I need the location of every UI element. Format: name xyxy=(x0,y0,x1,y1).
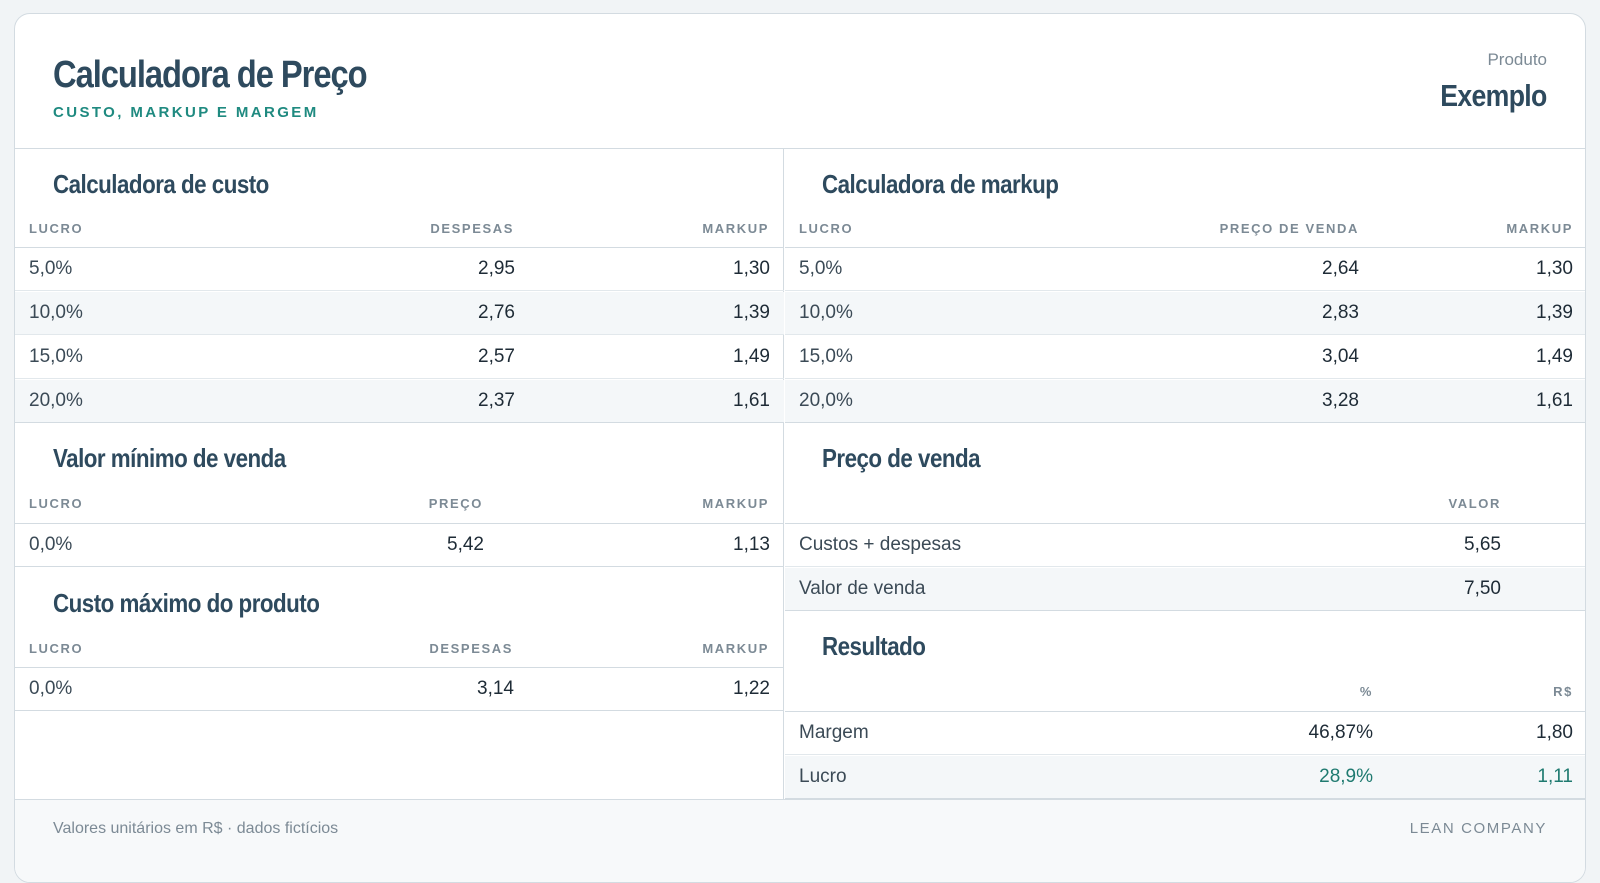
table-row: 0,0% 3,14 1,22 xyxy=(15,668,784,711)
table-row: 20,0% 3,28 1,61 xyxy=(785,380,1585,423)
percent-cell: 46,87% xyxy=(1308,722,1373,743)
expenses-cell: 2,57 xyxy=(478,346,515,367)
sale-price-cell: 3,04 xyxy=(1322,346,1359,367)
value-cell: 5,65 xyxy=(1464,534,1501,555)
profit-cell: 15,0% xyxy=(29,346,83,367)
profit-cell: 10,0% xyxy=(799,302,853,323)
row-label: Custos + despesas xyxy=(799,534,962,555)
table-row: Lucro 28,9% 1,11 xyxy=(785,756,1585,799)
right-column: Calculadora de markup LUCRO PREÇO DE VEN… xyxy=(785,149,1585,801)
column-header: VALOR xyxy=(1448,496,1501,511)
column-header: MARKUP xyxy=(1506,221,1573,236)
sale-price-cell: 2,83 xyxy=(1322,302,1359,323)
table-row: Margem 46,87% 1,80 xyxy=(785,712,1585,755)
profit-cell: 0,0% xyxy=(29,534,73,555)
sale-price-cell: 3,28 xyxy=(1322,390,1359,411)
table-row: 0,0% 5,42 1,13 xyxy=(15,524,784,567)
price-calculator-card: Calculadora de Preço CUSTO, MARKUP E MAR… xyxy=(14,13,1586,883)
markup-cell: 1,22 xyxy=(733,678,770,699)
amount-cell: 1,11 xyxy=(1537,766,1573,787)
markup-cell: 1,49 xyxy=(733,346,770,367)
profit-cell: 5,0% xyxy=(29,258,73,279)
column-header: DESPESAS xyxy=(429,641,513,656)
column-header: PREÇO DE VENDA xyxy=(1219,221,1359,236)
expenses-cell: 3,14 xyxy=(477,678,514,699)
section-title: Valor mínimo de venda xyxy=(53,443,286,473)
column-header: % xyxy=(1359,684,1373,699)
markup-cell: 1,30 xyxy=(733,258,770,279)
markup-cell: 1,30 xyxy=(1536,258,1573,279)
product-label: Produto xyxy=(1487,50,1547,69)
section-title: Calculadora de custo xyxy=(53,169,269,199)
section-title: Resultado xyxy=(822,631,926,661)
profit-cell: 0,0% xyxy=(29,678,73,699)
footer-note: Valores unitários em R$ · dados fictício… xyxy=(53,820,339,837)
percent-cell: 28,9% xyxy=(1319,766,1373,787)
card-footer: Valores unitários em R$ · dados fictício… xyxy=(15,799,1585,882)
product-name: Exemplo xyxy=(1440,78,1548,113)
table-row: 10,0% 2,76 1,39 xyxy=(15,292,784,335)
value-cell: 7,50 xyxy=(1464,578,1501,599)
column-header: LUCRO xyxy=(29,641,84,656)
row-label: Margem xyxy=(799,722,869,743)
row-label: Lucro xyxy=(799,766,847,787)
footer-brand: LEAN COMPANY xyxy=(1409,820,1547,837)
amount-cell: 1,80 xyxy=(1536,722,1573,743)
column-header: LUCRO xyxy=(799,221,854,236)
markup-cell: 1,39 xyxy=(733,302,770,323)
expenses-cell: 2,76 xyxy=(478,302,515,323)
markup-cell: 1,61 xyxy=(1536,390,1573,411)
table-row: 5,0% 2,95 1,30 xyxy=(15,248,784,291)
table-row: 15,0% 2,57 1,49 xyxy=(15,336,784,379)
section-title: Custo máximo do produto xyxy=(53,588,320,618)
markup-cell: 1,13 xyxy=(733,534,770,555)
column-header: MARKUP xyxy=(702,496,769,511)
column-header: MARKUP xyxy=(702,641,769,656)
price-cell: 5,42 xyxy=(447,534,484,555)
column-header: LUCRO xyxy=(29,496,84,511)
profit-cell: 5,0% xyxy=(799,258,843,279)
page-title: Calculadora de Preço xyxy=(53,54,368,96)
page-subtitle: CUSTO, MARKUP E MARGEM xyxy=(53,104,319,121)
sale-price-cell: 2,64 xyxy=(1322,258,1359,279)
profit-cell: 15,0% xyxy=(799,346,853,367)
table-row: 15,0% 3,04 1,49 xyxy=(785,336,1585,379)
row-label: Valor de venda xyxy=(799,578,926,599)
table-row: 5,0% 2,64 1,30 xyxy=(785,248,1585,291)
table-row: Valor de venda 7,50 xyxy=(785,568,1585,611)
markup-cell: 1,61 xyxy=(733,390,770,411)
column-header: PREÇO xyxy=(428,496,483,511)
table-row: Custos + despesas 5,65 xyxy=(785,524,1585,567)
section-title: Calculadora de markup xyxy=(822,169,1059,199)
table-row: 10,0% 2,83 1,39 xyxy=(785,292,1585,335)
table-row: 20,0% 2,37 1,61 xyxy=(15,380,784,423)
column-header: MARKUP xyxy=(702,221,769,236)
column-header: R$ xyxy=(1553,684,1573,699)
card-header: Calculadora de Preço CUSTO, MARKUP E MAR… xyxy=(15,14,1585,149)
column-header: LUCRO xyxy=(29,221,84,236)
expenses-cell: 2,37 xyxy=(478,390,515,411)
profit-cell: 10,0% xyxy=(29,302,83,323)
left-column: Calculadora de custo LUCRO DESPESAS MARK… xyxy=(15,149,784,801)
expenses-cell: 2,95 xyxy=(478,258,515,279)
section-title: Preço de venda xyxy=(822,443,981,473)
markup-cell: 1,39 xyxy=(1536,302,1573,323)
profit-cell: 20,0% xyxy=(799,390,853,411)
profit-cell: 20,0% xyxy=(29,390,83,411)
markup-cell: 1,49 xyxy=(1536,346,1573,367)
column-header: DESPESAS xyxy=(430,221,514,236)
